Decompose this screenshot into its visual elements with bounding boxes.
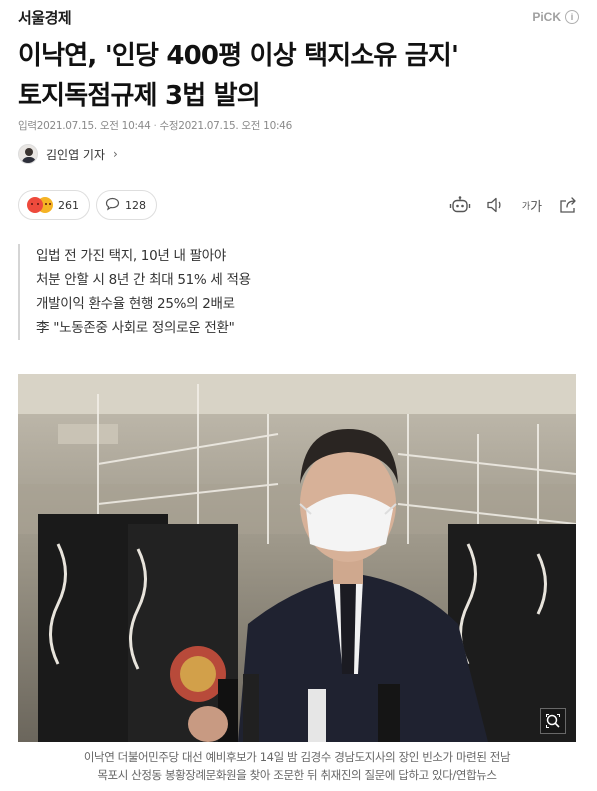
reporter-avatar [18, 144, 38, 164]
summary-line-1: 입법 전 가진 택지, 10년 내 팔아야 [36, 248, 226, 264]
reporter-name: 김인엽 기자 [46, 147, 106, 162]
reaction-count: 261 [58, 198, 79, 212]
news-photo-illustration [18, 374, 576, 742]
date-separator: · [153, 120, 157, 132]
pick-label: PiCK [532, 10, 561, 24]
headline-line-1: 이낙연, '인당 400평 이상 택지소유 금지' [18, 41, 459, 71]
angry-emoji-icon [27, 197, 53, 213]
comment-button[interactable]: 128 [96, 190, 157, 220]
speech-bubble-icon [105, 197, 120, 214]
reporter-link[interactable]: 김인엽 기자 › [18, 144, 118, 164]
info-icon[interactable]: i [565, 10, 579, 24]
photo-caption: 이낙연 더불어민주당 대선 예비후보가 14일 밤 김경수 경남도지사의 장인 … [18, 748, 576, 784]
font-size-icon[interactable]: 가가 [521, 194, 543, 216]
share-icon[interactable] [557, 194, 579, 216]
modified-date: 2021.07.15. 오전 10:46 [178, 120, 292, 132]
article-summary: 입법 전 가진 택지, 10년 내 팔아야 처분 안할 시 8년 간 최대 51… [18, 244, 318, 340]
comment-count: 128 [125, 198, 146, 212]
article-photo[interactable] [18, 374, 576, 742]
modified-label: 수정 [159, 120, 179, 132]
press-logo[interactable]: 서울경제 [18, 7, 72, 28]
magnifier-icon[interactable] [540, 708, 566, 734]
chevron-right-icon: › [113, 147, 118, 161]
robot-icon[interactable] [449, 194, 471, 216]
top-bar: 서울경제 PiCK i [18, 6, 579, 28]
article-headline: 이낙연, '인당 400평 이상 택지소유 금지' 토지독점규제 3법 발의 [18, 36, 578, 116]
font-size-label: 가 [530, 199, 543, 215]
speaker-icon[interactable] [485, 194, 507, 216]
caption-line-1: 이낙연 더불어민주당 대선 예비후보가 14일 밤 김경수 경남도지사의 장인 … [83, 750, 511, 764]
action-bar: 261 128 가가 [18, 190, 579, 220]
article-dates: 입력2021.07.15. 오전 10:44 · 수정2021.07.15. 오전 … [18, 118, 292, 133]
input-label: 입력 [18, 120, 37, 132]
caption-line-2: 목포시 산정동 봉황장례문화원을 찾아 조문한 뒤 취재진의 질문에 답하고 있… [97, 768, 497, 782]
summary-line-4: 李 "노동존중 사회로 정의로운 전환" [36, 320, 235, 336]
input-date: 2021.07.15. 오전 10:44 [36, 120, 151, 132]
summary-line-2: 처분 안할 시 8년 간 최대 51% 세 적용 [36, 272, 251, 288]
reaction-button[interactable]: 261 [18, 190, 90, 220]
headline-line-2: 토지독점규제 3법 발의 [18, 81, 261, 111]
pick-badge[interactable]: PiCK i [532, 10, 579, 24]
summary-line-3: 개발이익 환수율 현행 25%의 2배로 [36, 296, 235, 312]
